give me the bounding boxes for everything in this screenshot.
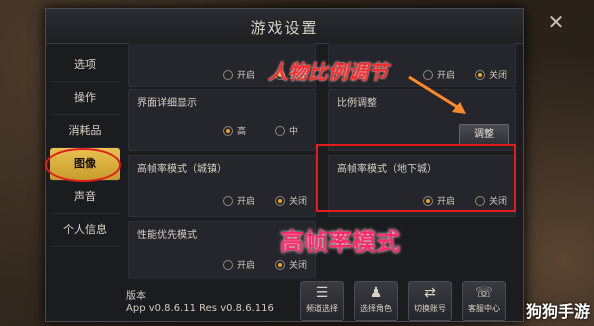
option-off[interactable]: 关闭 xyxy=(475,68,507,81)
character-icon: ♟ xyxy=(369,285,383,301)
support-center-button[interactable]: ☏ 客服中心 xyxy=(462,281,506,321)
scale-annotation: 人物比例调节 xyxy=(268,60,388,84)
sidebar-item-consumables[interactable]: 消耗品 xyxy=(50,115,120,148)
version-value: App v0.8.6.11 Res v0.8.6.116 xyxy=(126,303,274,314)
hfr-highlight-box xyxy=(316,144,516,212)
radio-icon xyxy=(223,70,233,80)
version-label: 版本 xyxy=(126,291,146,302)
option-off[interactable]: 关闭 xyxy=(275,258,307,271)
hfr-annotation: 高帧率模式 xyxy=(280,227,400,256)
sidebar-item-controls[interactable]: 操作 xyxy=(50,82,120,115)
select-character-button[interactable]: ♟ 选择角色 xyxy=(354,281,398,321)
option-off[interactable]: 关闭 xyxy=(275,194,307,207)
settings-footer: 版本 App v0.8.6.11 Res v0.8.6.116 ☰ 频道选择 ♟… xyxy=(46,281,523,321)
arrow-icon xyxy=(408,75,466,114)
switch-account-icon: ⇄ xyxy=(424,285,436,301)
setting-hfr-town: 高帧率模式（城镇） 开启 关闭 xyxy=(128,155,316,217)
arrow-line xyxy=(408,75,463,112)
option-on[interactable]: 开启 xyxy=(223,258,255,271)
sidebar-item-profile[interactable]: 个人信息 xyxy=(50,214,120,247)
support-icon: ☏ xyxy=(475,285,493,301)
sidebar-item-options[interactable]: 选项 xyxy=(50,49,120,82)
window-title: 游戏设置 xyxy=(250,19,319,37)
close-icon[interactable]: ✕ xyxy=(542,8,570,36)
title-bar: 游戏设置 xyxy=(46,9,523,44)
list-icon: ☰ xyxy=(315,285,329,301)
graphics-highlight-ellipse xyxy=(45,148,121,182)
option-high[interactable]: 高 xyxy=(223,124,246,137)
radio-selected-icon xyxy=(275,260,285,270)
switch-account-button[interactable]: ⇄ 切换账号 xyxy=(408,281,452,321)
setting-ui-detail: 界面详细显示 高 中 xyxy=(128,89,316,151)
radio-selected-icon xyxy=(223,126,233,136)
radio-selected-icon xyxy=(275,196,285,206)
radio-icon xyxy=(223,260,233,270)
sidebar-item-sound[interactable]: 声音 xyxy=(50,181,120,214)
watermark: 狗狗手游 xyxy=(525,302,590,321)
option-medium[interactable]: 中 xyxy=(275,124,298,137)
radio-icon xyxy=(275,126,285,136)
adjust-scale-button[interactable]: 调整 xyxy=(459,124,509,146)
radio-icon xyxy=(223,196,233,206)
option-on[interactable]: 开启 xyxy=(223,194,255,207)
option-on[interactable]: 开启 xyxy=(223,68,255,81)
radio-selected-icon xyxy=(475,70,485,80)
channel-select-button[interactable]: ☰ 频道选择 xyxy=(300,281,344,321)
